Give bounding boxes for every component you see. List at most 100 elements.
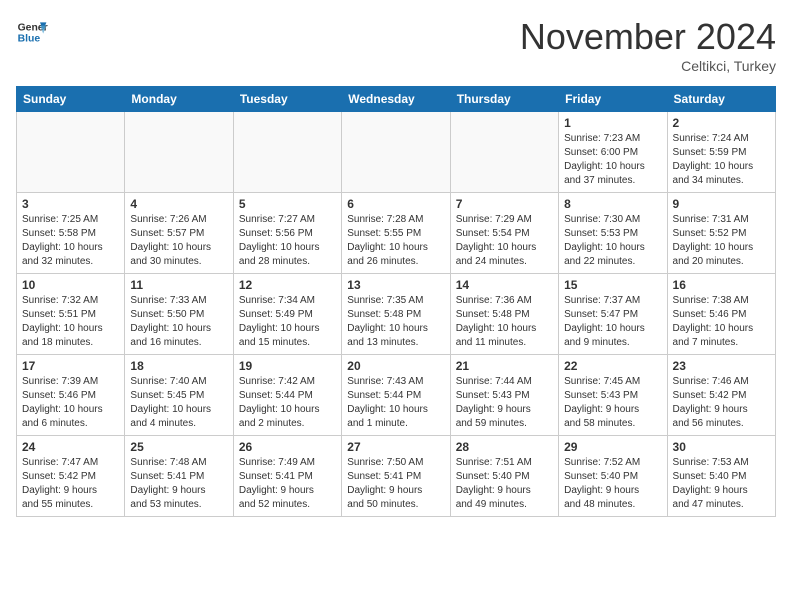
day-info: Sunrise: 7:51 AM Sunset: 5:40 PM Dayligh… (456, 456, 553, 512)
day-info: Sunrise: 7:53 AM Sunset: 5:40 PM Dayligh… (673, 456, 770, 512)
calendar-cell: 30 Sunrise: 7:53 AM Sunset: 5:40 PM Dayli… (667, 436, 775, 517)
day-number: 7 (456, 197, 553, 211)
day-info: Sunrise: 7:39 AM Sunset: 5:46 PM Dayligh… (22, 375, 119, 431)
calendar-week-row: 1 Sunrise: 7:23 AM Sunset: 6:00 PM Daylig… (17, 112, 776, 193)
day-number: 14 (456, 278, 553, 292)
day-number: 6 (347, 197, 444, 211)
weekday-header: Thursday (450, 87, 558, 112)
calendar-week-row: 3 Sunrise: 7:25 AM Sunset: 5:58 PM Daylig… (17, 193, 776, 274)
day-number: 22 (564, 359, 661, 373)
location: Celtikci, Turkey (520, 58, 776, 74)
day-info: Sunrise: 7:36 AM Sunset: 5:48 PM Dayligh… (456, 294, 553, 350)
day-info: Sunrise: 7:33 AM Sunset: 5:50 PM Dayligh… (130, 294, 227, 350)
logo-icon: General Blue (16, 16, 48, 48)
calendar-cell (450, 112, 558, 193)
calendar-cell: 7 Sunrise: 7:29 AM Sunset: 5:54 PM Daylig… (450, 193, 558, 274)
calendar-cell: 20 Sunrise: 7:43 AM Sunset: 5:44 PM Dayli… (342, 355, 450, 436)
day-number: 15 (564, 278, 661, 292)
calendar-cell: 11 Sunrise: 7:33 AM Sunset: 5:50 PM Dayli… (125, 274, 233, 355)
day-number: 19 (239, 359, 336, 373)
title-block: November 2024 Celtikci, Turkey (520, 16, 776, 74)
day-number: 13 (347, 278, 444, 292)
calendar-cell (125, 112, 233, 193)
day-info: Sunrise: 7:46 AM Sunset: 5:42 PM Dayligh… (673, 375, 770, 431)
day-info: Sunrise: 7:38 AM Sunset: 5:46 PM Dayligh… (673, 294, 770, 350)
weekday-header: Monday (125, 87, 233, 112)
day-number: 10 (22, 278, 119, 292)
calendar-header-row: SundayMondayTuesdayWednesdayThursdayFrid… (17, 87, 776, 112)
day-number: 25 (130, 440, 227, 454)
header: General Blue November 2024 Celtikci, Tur… (16, 16, 776, 74)
weekday-header: Saturday (667, 87, 775, 112)
day-info: Sunrise: 7:26 AM Sunset: 5:57 PM Dayligh… (130, 213, 227, 269)
calendar-cell: 21 Sunrise: 7:44 AM Sunset: 5:43 PM Dayli… (450, 355, 558, 436)
day-info: Sunrise: 7:43 AM Sunset: 5:44 PM Dayligh… (347, 375, 444, 431)
day-number: 9 (673, 197, 770, 211)
calendar-cell: 24Sunrise: 7:47 AM Sunset: 5:42 PM Dayli… (17, 436, 125, 517)
day-number: 4 (130, 197, 227, 211)
calendar-cell: 6Sunrise: 7:28 AM Sunset: 5:55 PM Daylig… (342, 193, 450, 274)
weekday-header: Friday (559, 87, 667, 112)
day-number: 1 (564, 116, 661, 130)
day-info: Sunrise: 7:35 AM Sunset: 5:48 PM Dayligh… (347, 294, 444, 350)
day-info: Sunrise: 7:37 AM Sunset: 5:47 PM Dayligh… (564, 294, 661, 350)
calendar-cell: 28 Sunrise: 7:51 AM Sunset: 5:40 PM Dayli… (450, 436, 558, 517)
month-title: November 2024 (520, 16, 776, 58)
page: General Blue November 2024 Celtikci, Tur… (0, 0, 792, 533)
calendar-cell: 18Sunrise: 7:40 AM Sunset: 5:45 PM Dayli… (125, 355, 233, 436)
day-info: Sunrise: 7:45 AM Sunset: 5:43 PM Dayligh… (564, 375, 661, 431)
calendar-week-row: 10 Sunrise: 7:32 AM Sunset: 5:51 PM Dayli… (17, 274, 776, 355)
day-number: 2 (673, 116, 770, 130)
day-number: 18 (130, 359, 227, 373)
day-number: 29 (564, 440, 661, 454)
weekday-header: Wednesday (342, 87, 450, 112)
calendar-cell: 14 Sunrise: 7:36 AM Sunset: 5:48 PM Dayli… (450, 274, 558, 355)
calendar-cell (342, 112, 450, 193)
day-number: 20 (347, 359, 444, 373)
day-number: 28 (456, 440, 553, 454)
weekday-header: Sunday (17, 87, 125, 112)
calendar-cell (17, 112, 125, 193)
calendar-week-row: 24Sunrise: 7:47 AM Sunset: 5:42 PM Dayli… (17, 436, 776, 517)
day-number: 21 (456, 359, 553, 373)
calendar-cell: 22 Sunrise: 7:45 AM Sunset: 5:43 PM Dayli… (559, 355, 667, 436)
day-info: Sunrise: 7:44 AM Sunset: 5:43 PM Dayligh… (456, 375, 553, 431)
day-number: 24 (22, 440, 119, 454)
calendar-cell: 23Sunrise: 7:46 AM Sunset: 5:42 PM Dayli… (667, 355, 775, 436)
calendar-cell: 16 Sunrise: 7:38 AM Sunset: 5:46 PM Dayli… (667, 274, 775, 355)
day-number: 12 (239, 278, 336, 292)
calendar-week-row: 17 Sunrise: 7:39 AM Sunset: 5:46 PM Dayli… (17, 355, 776, 436)
calendar-cell: 8 Sunrise: 7:30 AM Sunset: 5:53 PM Daylig… (559, 193, 667, 274)
day-info: Sunrise: 7:30 AM Sunset: 5:53 PM Dayligh… (564, 213, 661, 269)
day-info: Sunrise: 7:29 AM Sunset: 5:54 PM Dayligh… (456, 213, 553, 269)
day-info: Sunrise: 7:49 AM Sunset: 5:41 PM Dayligh… (239, 456, 336, 512)
day-info: Sunrise: 7:32 AM Sunset: 5:51 PM Dayligh… (22, 294, 119, 350)
day-number: 8 (564, 197, 661, 211)
svg-text:Blue: Blue (18, 34, 41, 45)
calendar-cell: 13 Sunrise: 7:35 AM Sunset: 5:48 PM Dayli… (342, 274, 450, 355)
day-info: Sunrise: 7:31 AM Sunset: 5:52 PM Dayligh… (673, 213, 770, 269)
day-number: 17 (22, 359, 119, 373)
calendar-cell: 4 Sunrise: 7:26 AM Sunset: 5:57 PM Daylig… (125, 193, 233, 274)
calendar-cell: 10 Sunrise: 7:32 AM Sunset: 5:51 PM Dayli… (17, 274, 125, 355)
day-info: Sunrise: 7:50 AM Sunset: 5:41 PM Dayligh… (347, 456, 444, 512)
calendar-cell: 3 Sunrise: 7:25 AM Sunset: 5:58 PM Daylig… (17, 193, 125, 274)
calendar-cell: 27Sunrise: 7:50 AM Sunset: 5:41 PM Dayli… (342, 436, 450, 517)
calendar-cell: 29 Sunrise: 7:52 AM Sunset: 5:40 PM Dayli… (559, 436, 667, 517)
calendar-cell: 26 Sunrise: 7:49 AM Sunset: 5:41 PM Dayli… (233, 436, 341, 517)
calendar-table: SundayMondayTuesdayWednesdayThursdayFrid… (16, 86, 776, 517)
day-number: 11 (130, 278, 227, 292)
day-info: Sunrise: 7:23 AM Sunset: 6:00 PM Dayligh… (564, 132, 661, 188)
calendar-cell: 9 Sunrise: 7:31 AM Sunset: 5:52 PM Daylig… (667, 193, 775, 274)
weekday-header: Tuesday (233, 87, 341, 112)
day-number: 16 (673, 278, 770, 292)
calendar-cell: 5Sunrise: 7:27 AM Sunset: 5:56 PM Daylig… (233, 193, 341, 274)
day-number: 30 (673, 440, 770, 454)
day-number: 26 (239, 440, 336, 454)
day-info: Sunrise: 7:52 AM Sunset: 5:40 PM Dayligh… (564, 456, 661, 512)
day-info: Sunrise: 7:25 AM Sunset: 5:58 PM Dayligh… (22, 213, 119, 269)
calendar-cell: 15 Sunrise: 7:37 AM Sunset: 5:47 PM Dayli… (559, 274, 667, 355)
day-number: 3 (22, 197, 119, 211)
calendar-cell: 2Sunrise: 7:24 AM Sunset: 5:59 PM Daylig… (667, 112, 775, 193)
calendar-cell (233, 112, 341, 193)
